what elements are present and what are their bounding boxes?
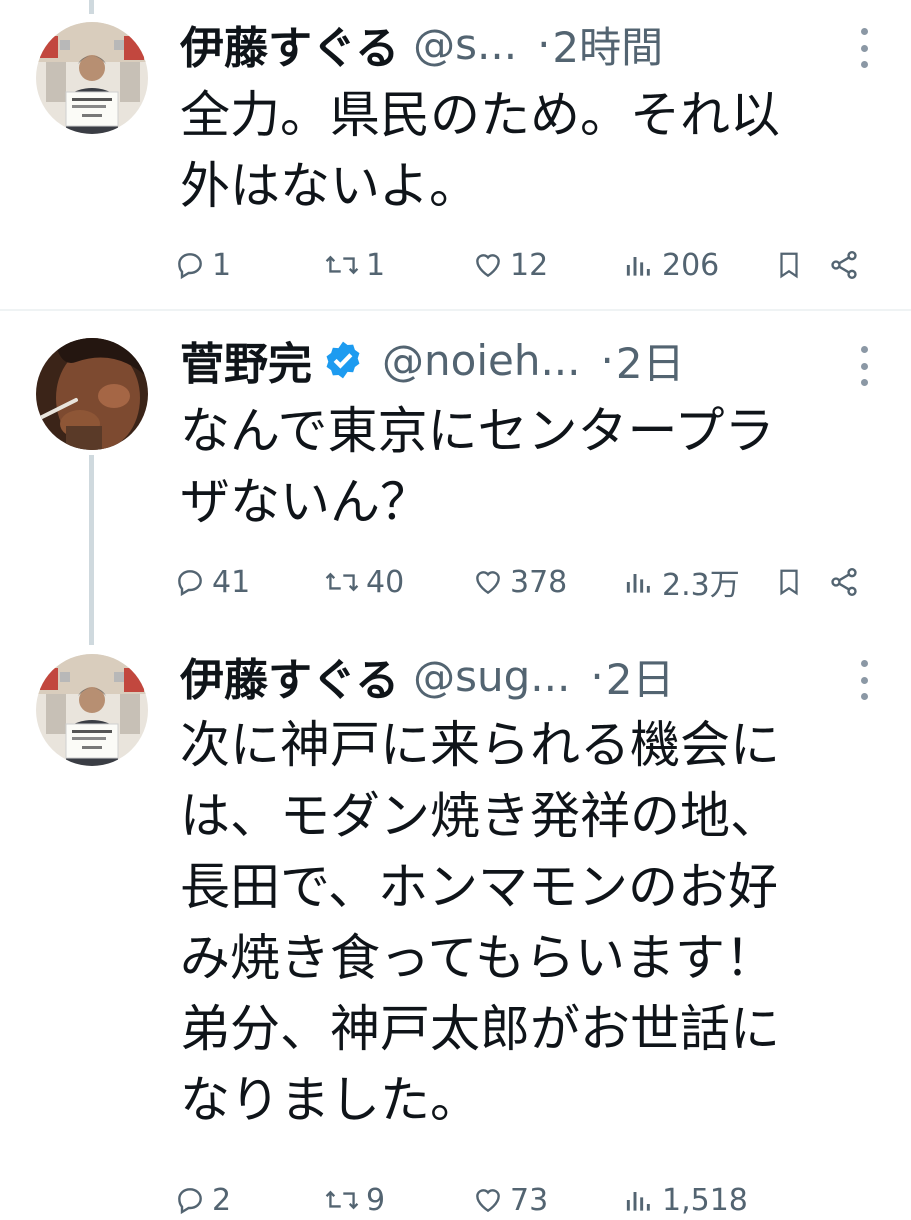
retweet-button[interactable]: 9 [324, 1180, 385, 1220]
tweet-divider [0, 309, 911, 311]
retweet-button[interactable]: 40 [324, 562, 404, 602]
share-icon [831, 251, 857, 279]
retweet-count: 1 [366, 247, 386, 283]
retweet-count: 9 [366, 1182, 386, 1218]
separator-dot: · [537, 19, 551, 69]
tweet-actions: 2 9 73 1,518 [174, 1180, 874, 1220]
like-button[interactable]: 73 [472, 1180, 548, 1220]
more-icon[interactable] [857, 346, 871, 386]
user-handle[interactable]: @sug... [413, 652, 570, 701]
tweet-actions: 1 1 12 206 [174, 245, 874, 285]
retweet-icon [325, 255, 359, 275]
bookmark-button[interactable] [774, 245, 810, 285]
retweet-icon [325, 572, 359, 592]
user-handle[interactable]: @noieh... [382, 336, 581, 385]
share-button[interactable] [828, 245, 866, 285]
tweet-text-line: み焼き食ってもらいます！ [180, 929, 775, 987]
tweet-text-line: 次に神戸に来られる機会に [180, 716, 780, 774]
reply-icon [178, 1188, 202, 1215]
views-count: 2.3万 [662, 568, 740, 603]
tweet-text-line: 外はないよ。 [180, 157, 479, 215]
views-button[interactable]: 2.3万 [622, 562, 740, 603]
reply-count: 2 [212, 1182, 232, 1218]
tweet-header: 菅野完 @noieh... · 2日 [180, 328, 685, 392]
more-icon[interactable] [857, 660, 871, 700]
separator-dot: · [590, 651, 604, 701]
reply-icon [178, 570, 202, 597]
views-count: 1,518 [662, 1182, 748, 1218]
views-icon [626, 257, 650, 276]
reply-count: 1 [212, 247, 232, 283]
tweet-actions: 41 40 378 2.3万 [174, 562, 874, 603]
retweet-icon [325, 1190, 359, 1210]
tweet-text-line: は、モダン焼き発祥の地、 [180, 787, 780, 845]
like-count: 378 [510, 564, 568, 600]
tweet[interactable]: 伊藤すぐる @sug... · 2日 次に神戸に来られる機会に は、モダン焼き発祥… [0, 640, 911, 1218]
reply-button[interactable]: 2 [174, 1180, 231, 1220]
views-button[interactable]: 206 [622, 245, 719, 285]
verified-badge-icon [326, 341, 360, 379]
timestamp[interactable]: 2日 [616, 330, 685, 391]
bookmark-button[interactable] [774, 562, 810, 602]
like-icon [476, 571, 500, 595]
tweet-text-line: 弟分、神戸太郎がお世話に [180, 1000, 780, 1058]
timestamp[interactable]: 2時間 [552, 14, 663, 75]
views-button[interactable]: 1,518 [622, 1180, 748, 1220]
views-icon [626, 1192, 650, 1211]
bookmark-icon [780, 569, 798, 596]
display-name[interactable]: 伊藤すぐる [180, 12, 399, 76]
like-button[interactable]: 12 [472, 245, 548, 285]
reply-icon [178, 253, 202, 280]
tweet-text-line: ザないん？ [180, 473, 430, 531]
timestamp[interactable]: 2日 [606, 646, 675, 707]
avatar[interactable] [36, 338, 148, 450]
tweet-text: 次に神戸に来られる機会に は、モダン焼き発祥の地、 長田で、ホンマモンのお好 み焼き食… [180, 710, 880, 1136]
share-icon [831, 568, 857, 596]
bookmark-icon [780, 252, 798, 279]
user-handle[interactable]: @s... [413, 20, 517, 69]
tweet-text: 全力。県民のため。それ以 外はないよ。 [180, 80, 880, 222]
retweet-button[interactable]: 1 [324, 245, 385, 285]
tweet-text-line: 全力。県民のため。それ以 [180, 86, 780, 144]
reply-button[interactable]: 1 [174, 245, 231, 285]
tweet-text-line: なりました。 [180, 1071, 480, 1129]
avatar[interactable] [36, 22, 148, 134]
like-count: 12 [510, 247, 549, 283]
avatar[interactable] [36, 654, 148, 766]
views-icon [626, 574, 650, 593]
share-button[interactable] [828, 562, 866, 602]
more-icon[interactable] [857, 28, 871, 68]
tweet-text-line: 長田で、ホンマモンのお好 [180, 858, 778, 916]
like-button[interactable]: 378 [472, 562, 567, 602]
like-count: 73 [510, 1182, 549, 1218]
retweet-count: 40 [366, 564, 405, 600]
like-icon [476, 254, 500, 278]
tweet-text-line: なんで東京にセンタープラ [180, 402, 775, 460]
separator-dot: · [600, 335, 614, 385]
tweet-header: 伊藤すぐる @s... · 2時間 [180, 12, 663, 76]
reply-button[interactable]: 41 [174, 562, 250, 602]
tweet-text: なんで東京にセンタープラ ザないん？ [180, 396, 880, 538]
tweet-header: 伊藤すぐる @sug... · 2日 [180, 644, 674, 708]
like-icon [476, 1189, 500, 1213]
reply-count: 41 [212, 564, 251, 600]
display-name[interactable]: 伊藤すぐる [180, 644, 399, 708]
tweet[interactable]: 菅野完 @noieh... · 2日 なんで東京にセンタープラ ザないん？ 41 … [0, 312, 911, 647]
display-name[interactable]: 菅野完 [180, 328, 312, 392]
tweet[interactable]: 伊藤すぐる @s... · 2時間 全力。県民のため。それ以 外はないよ。 1 1… [0, 0, 911, 310]
views-count: 206 [662, 247, 720, 283]
